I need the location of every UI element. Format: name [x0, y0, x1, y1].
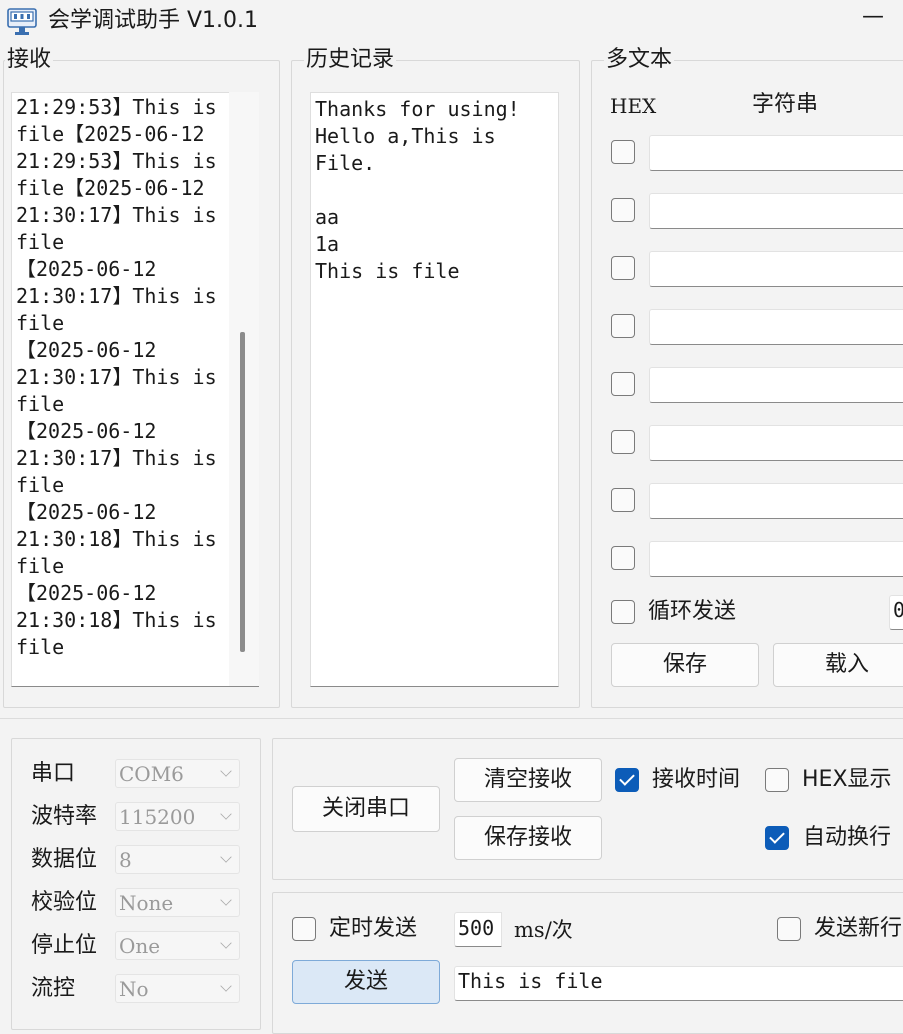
stopbits-value: One [119, 934, 161, 958]
multi-text-hex-checkbox[interactable] [611, 198, 635, 222]
multi-text-input[interactable] [649, 193, 903, 229]
baud-value: 115200 [119, 805, 196, 829]
databits-value: 8 [119, 848, 132, 872]
port-select[interactable]: COM6 [115, 759, 240, 788]
send-text-input[interactable]: This is file [454, 966, 903, 1001]
send-newline-label: 发送新行 [814, 916, 903, 941]
loop-interval-value: 0 [893, 598, 903, 622]
baud-label: 波特率 [31, 804, 98, 829]
load-button[interactable]: 载入 [773, 643, 903, 687]
multi-text-hex-checkbox[interactable] [611, 314, 635, 338]
serial-port-icon [7, 8, 37, 35]
stopbits-label: 停止位 [31, 933, 98, 958]
receive-time-label: 接收时间 [652, 767, 741, 792]
window-title: 会学调试助手 V1.0.1 [48, 8, 259, 33]
timed-send-checkbox[interactable] [292, 917, 316, 941]
auto-wrap-label: 自动换行 [803, 825, 892, 850]
chevron-down-icon [220, 894, 232, 906]
chevron-down-icon [220, 808, 232, 820]
interval-value: 500 [458, 916, 495, 940]
multi-text-input[interactable] [649, 541, 903, 577]
multi-text-hex-checkbox[interactable] [611, 372, 635, 396]
send-text-value: This is file [458, 969, 603, 993]
flow-label: 流控 [31, 976, 76, 1001]
send-button[interactable]: 发送 [292, 960, 440, 1004]
flow-value: No [119, 977, 149, 1001]
horizontal-divider [0, 718, 903, 719]
history-label: 历史记录 [304, 47, 397, 73]
flow-select[interactable]: No [115, 974, 240, 1003]
multi-text-hex-checkbox[interactable] [611, 488, 635, 512]
multi-text-input[interactable] [649, 367, 903, 403]
save-receive-button[interactable]: 保存接收 [454, 816, 602, 860]
auto-wrap-checkbox[interactable] [765, 826, 789, 850]
timed-send-label: 定时发送 [329, 916, 418, 941]
receive-time-checkbox[interactable] [615, 768, 639, 792]
parity-value: None [119, 891, 174, 915]
multi-text-hex-checkbox[interactable] [611, 546, 635, 570]
loop-interval-input[interactable]: 0 [889, 595, 903, 630]
multi-text-hex-checkbox[interactable] [611, 430, 635, 454]
parity-select[interactable]: None [115, 888, 240, 917]
parity-label: 校验位 [31, 890, 98, 915]
port-value: COM6 [119, 762, 184, 786]
receive-textarea[interactable]: 21:29:53】This is file【2025-06-12 21:29:5… [11, 92, 259, 687]
multi-text-hex-checkbox[interactable] [611, 140, 635, 164]
history-textarea[interactable]: Thanks for using! Hello a,This is File. … [310, 92, 559, 687]
multi-text-hex-checkbox[interactable] [611, 256, 635, 280]
multi-text-input[interactable] [649, 483, 903, 519]
chevron-down-icon [220, 980, 232, 992]
string-header: 字符串 [752, 92, 819, 117]
interval-unit: ms/次 [514, 918, 573, 942]
interval-input[interactable]: 500 [454, 912, 502, 947]
hex-display-label: HEX显示 [802, 767, 892, 792]
send-newline-checkbox[interactable] [777, 917, 801, 941]
close-port-button[interactable]: 关闭串口 [292, 786, 440, 832]
hex-display-checkbox[interactable] [765, 768, 789, 792]
baud-select[interactable]: 115200 [115, 802, 240, 831]
save-button[interactable]: 保存 [611, 643, 759, 687]
receive-label: 接收 [5, 47, 54, 73]
multi-text-input[interactable] [649, 425, 903, 461]
hex-header: HEX [610, 94, 657, 118]
minimize-button[interactable]: — [858, 4, 888, 34]
loop-send-label: 循环发送 [648, 599, 737, 624]
clear-receive-button[interactable]: 清空接收 [454, 758, 602, 802]
databits-label: 数据位 [31, 847, 98, 872]
multi-text-input[interactable] [649, 251, 903, 287]
loop-send-checkbox[interactable] [611, 600, 635, 624]
title-bar: 会学调试助手 V1.0.1 — [0, 0, 903, 44]
multi-text-label: 多文本 [604, 47, 675, 73]
receive-scroll-thumb[interactable] [240, 332, 245, 652]
chevron-down-icon [220, 765, 232, 777]
chevron-down-icon [220, 937, 232, 949]
chevron-down-icon [220, 851, 232, 863]
databits-select[interactable]: 8 [115, 845, 240, 874]
multi-text-input[interactable] [649, 135, 903, 171]
multi-text-input[interactable] [649, 309, 903, 345]
port-label: 串口 [31, 761, 76, 786]
stopbits-select[interactable]: One [115, 931, 240, 960]
